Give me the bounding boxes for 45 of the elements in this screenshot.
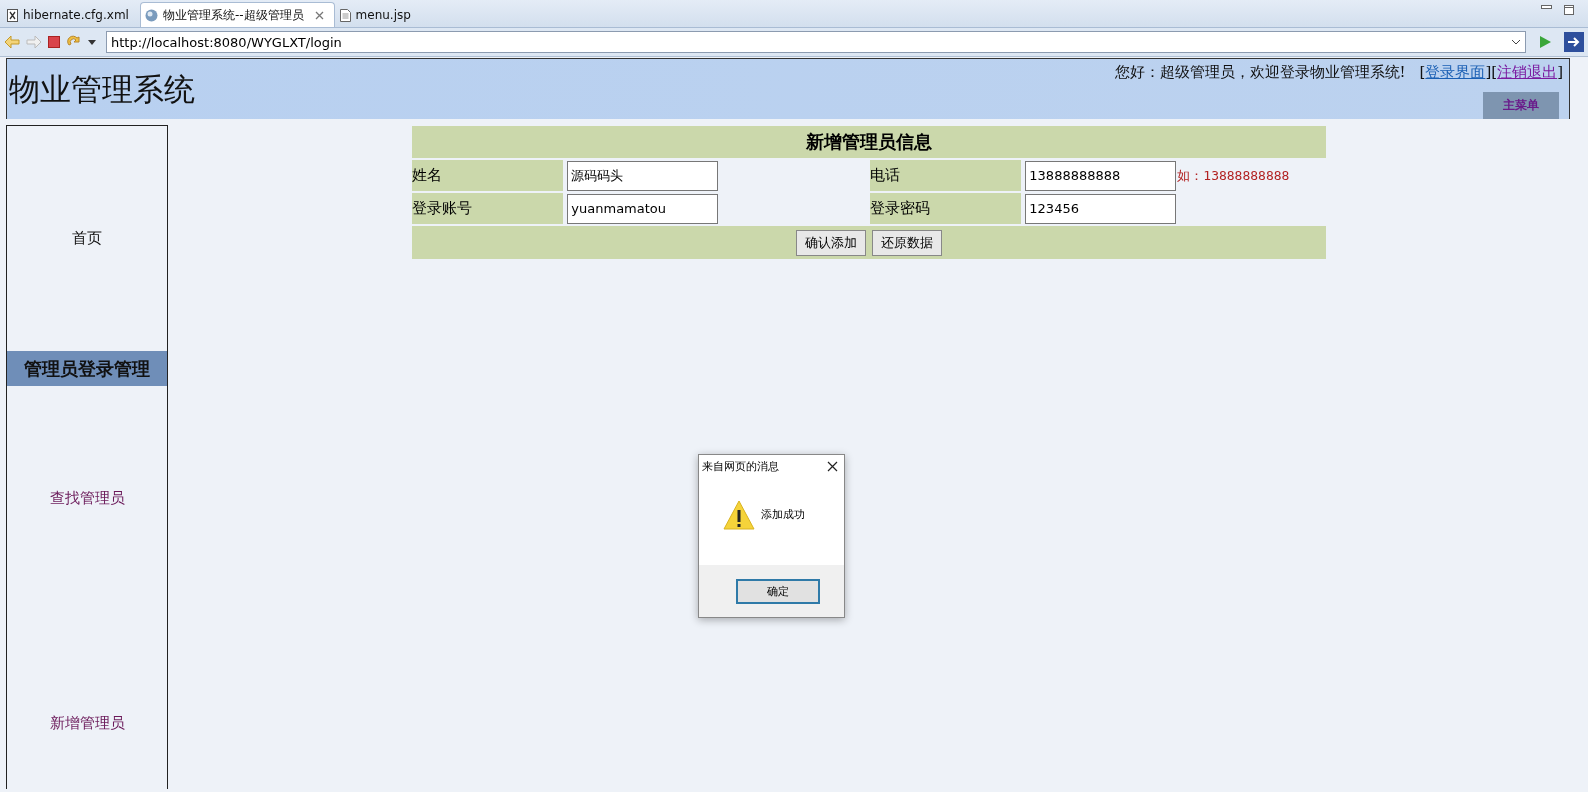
input-field[interactable]: 13888888888: [1025, 160, 1177, 191]
maximize-icon: [1564, 4, 1574, 15]
warning-icon: [723, 499, 755, 530]
field-label: 电话: [870, 160, 1022, 191]
dialog-title: 来自网页的消息: [702, 459, 779, 474]
forward-arrow-icon[interactable]: [26, 35, 42, 49]
caret-icon[interactable]: [88, 39, 96, 45]
play-icon[interactable]: [1538, 35, 1552, 49]
bracket: ]: [1557, 63, 1563, 82]
close-icon[interactable]: [827, 461, 838, 472]
header-link[interactable]: 登录界面: [1425, 63, 1486, 82]
field-label: 登录账号: [412, 193, 564, 224]
address-field[interactable]: http://localhost:8080/WYGLXT/login: [106, 31, 1526, 53]
site-title: 物业管理系统: [8, 70, 195, 109]
form-title: 新增管理员信息: [412, 126, 1326, 158]
form-button[interactable]: 还原数据: [872, 229, 942, 256]
stop-icon[interactable]: [48, 36, 60, 48]
field-label: 登录密码: [870, 193, 1022, 224]
editor-tab[interactable]: 物业管理系统--超级管理员: [139, 2, 335, 27]
sidebar-item[interactable]: 查找管理员: [49, 489, 125, 508]
minimize-icon: [1541, 4, 1552, 11]
editor-tab[interactable]: hibernate.cfg.xml: [2, 2, 140, 27]
document-icon: [339, 8, 351, 22]
globe-icon: [144, 8, 158, 22]
back-arrow-icon[interactable]: [4, 35, 20, 49]
editor-tab[interactable]: menu.jsp: [334, 2, 422, 27]
bracket: ]: [1485, 63, 1492, 82]
caret-icon: [1511, 39, 1521, 45]
dialog-message: 添加成功: [761, 507, 805, 522]
bracket: [: [1419, 63, 1426, 82]
field-label: 姓名: [412, 160, 564, 191]
bracket: [: [1491, 63, 1498, 82]
input-field[interactable]: yuanmamatou: [567, 193, 719, 224]
sidebar-item[interactable]: 新增管理员: [49, 714, 125, 733]
hint-text: 如：13888888888: [1177, 166, 1290, 185]
greeting-text: 您好：超级管理员，欢迎登录物业管理系统!: [1114, 63, 1406, 82]
input-field[interactable]: 源码码头: [567, 160, 719, 191]
sidebar-item[interactable]: 首页: [72, 229, 102, 248]
form-button[interactable]: 确认添加: [796, 229, 866, 256]
sidebar-heading[interactable]: 管理员登录管理: [7, 351, 167, 386]
ok-button[interactable]: 确定: [735, 578, 820, 604]
xml-file-icon: [7, 8, 18, 22]
header-link[interactable]: 注销退出: [1497, 63, 1558, 82]
input-field[interactable]: 123456: [1025, 193, 1177, 224]
close-icon: [314, 10, 324, 20]
